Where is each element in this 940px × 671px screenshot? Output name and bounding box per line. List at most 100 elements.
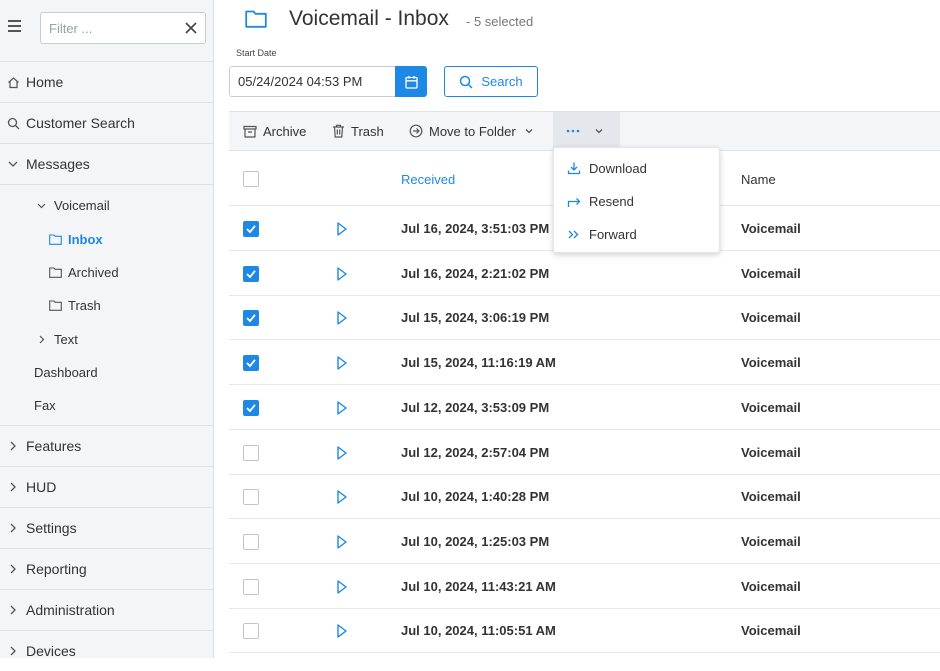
search-button-label: Search [481,74,523,89]
hamburger-menu-icon[interactable] [8,20,24,34]
play-icon[interactable] [336,489,348,505]
move-to-folder-button[interactable]: Move to Folder [409,112,534,150]
sidebar: Home Customer Search Messages Voicemail … [0,0,214,659]
filter-input[interactable] [41,13,171,43]
sidebar-item-label: Customer Search [26,115,135,131]
play-icon[interactable] [336,623,348,639]
menu-item-resend[interactable]: Resend [554,186,719,216]
sidebar-item-label: Fax [34,397,56,413]
sidebar-item-text[interactable]: Text [34,329,78,349]
table-row[interactable]: Jul 10, 2024, 1:40:28 PM Voicemail [229,474,940,520]
sidebar-item-trash[interactable]: Trash [48,295,101,315]
table-row[interactable]: Jul 10, 2024, 1:25:03 PM Voicemail [229,519,940,564]
row-checkbox[interactable] [243,355,259,372]
search-icon [6,116,20,130]
row-checkbox[interactable] [243,444,259,461]
received-cell: Jul 10, 2024, 11:05:51 AM [401,623,556,639]
sidebar-item-customer-search[interactable]: Customer Search [0,102,213,143]
trash-icon [332,124,345,138]
chevron-right-icon [6,603,20,617]
selected-count: - 5 selected [466,14,534,29]
name-cell: Voicemail [741,265,801,281]
play-icon[interactable] [336,579,348,595]
archive-button[interactable]: Archive [243,112,306,150]
menu-item-forward[interactable]: Forward [554,219,719,249]
folder-icon [48,232,62,246]
table-row[interactable]: Jul 12, 2024, 3:53:09 PM Voicemail [229,385,940,430]
play-icon[interactable] [336,445,348,461]
sidebar-item-administration[interactable]: Administration [0,589,213,630]
close-icon[interactable] [184,21,198,35]
sidebar-item-dashboard[interactable]: Dashboard [34,362,98,382]
arrow-circle-right-icon [409,124,423,138]
received-cell: Jul 15, 2024, 3:06:19 PM [401,310,550,326]
row-checkbox[interactable] [243,221,259,237]
chevron-right-icon [6,439,20,453]
toolbar: Archive Trash Move to Folder [229,111,940,151]
sidebar-item-reporting[interactable]: Reporting [0,548,213,589]
table-row[interactable]: Jul 15, 2024, 3:06:19 PM Voicemail [229,295,940,341]
row-checkbox[interactable] [243,489,259,506]
received-cell: Jul 12, 2024, 2:57:04 PM [401,444,550,460]
more-actions-button[interactable] [553,112,620,150]
select-all-checkbox[interactable] [243,171,259,187]
play-icon[interactable] [336,355,348,371]
sidebar-item-archived[interactable]: Archived [48,262,119,282]
calendar-icon [404,75,418,89]
sidebar-item-hud[interactable]: HUD [0,466,213,507]
column-header-received[interactable]: Received [401,172,455,187]
start-date-input[interactable] [229,66,395,97]
row-checkbox[interactable] [243,399,259,416]
trash-button[interactable]: Trash [332,112,384,150]
received-cell: Jul 16, 2024, 3:51:03 PM [401,221,550,236]
name-cell: Voicemail [741,310,801,326]
double-chevron-right-icon [567,229,583,240]
sidebar-item-label: Dashboard [34,364,98,380]
menu-item-download[interactable]: Download [554,153,719,183]
name-cell: Voicemail [741,221,801,236]
folder-icon [48,265,62,279]
menu-item-label: Resend [589,193,634,209]
row-checkbox[interactable] [243,578,259,595]
sidebar-item-label: HUD [26,479,57,495]
sidebar-item-label: Administration [26,602,115,618]
sidebar-item-home[interactable]: Home [0,61,213,102]
sidebar-item-messages[interactable]: Messages [0,143,213,184]
sidebar-item-label: Inbox [68,231,103,247]
row-checkbox[interactable] [243,265,259,282]
sidebar-item-label: Text [54,331,78,347]
sidebar-item-inbox[interactable]: Inbox [48,229,103,249]
table-row[interactable]: Jul 16, 2024, 2:21:02 PM Voicemail [229,251,940,296]
name-cell: Voicemail [741,578,801,594]
name-cell: Voicemail [741,355,801,371]
filter-box [40,12,206,44]
name-cell: Voicemail [741,489,801,505]
play-icon[interactable] [336,221,348,237]
table-row[interactable]: Jul 10, 2024, 11:05:51 AM Voicemail [229,608,940,654]
folder-icon [48,298,62,312]
table-row[interactable]: Jul 10, 2024, 11:43:21 AM Voicemail [229,564,940,609]
sidebar-item-label: Voicemail [54,197,110,213]
received-cell: Jul 10, 2024, 11:43:21 AM [401,578,556,594]
table-row[interactable]: Jul 12, 2024, 2:57:04 PM Voicemail [229,430,940,475]
sidebar-item-devices[interactable]: Devices [0,630,213,671]
search-button[interactable]: Search [444,66,538,97]
chevron-right-icon [34,332,48,346]
sidebar-item-fax[interactable]: Fax [34,395,56,415]
sidebar-item-voicemail[interactable]: Voicemail [34,195,110,215]
chevron-down-icon [595,129,603,134]
trash-label: Trash [351,123,384,139]
play-icon[interactable] [336,534,348,550]
home-icon [6,75,20,89]
play-icon[interactable] [336,310,348,326]
table-row[interactable]: Jul 15, 2024, 11:16:19 AM Voicemail [229,340,940,386]
play-icon[interactable] [336,266,348,282]
sidebar-item-settings[interactable]: Settings [0,507,213,548]
row-checkbox[interactable] [243,310,259,327]
sidebar-item-features[interactable]: Features [0,425,213,466]
calendar-button[interactable] [395,66,427,97]
play-icon[interactable] [336,400,348,416]
row-checkbox[interactable] [243,533,259,550]
row-checkbox[interactable] [243,623,259,640]
column-header-name[interactable]: Name [741,172,776,187]
